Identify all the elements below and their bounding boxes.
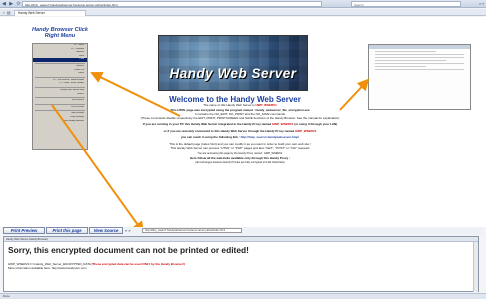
preview-panel: Handy Web Server (Handy Browser) Sorry, … <box>3 236 479 292</box>
toolbar-nav-arrows[interactable]: « » <box>125 227 131 234</box>
vertical-scrollbar[interactable] <box>473 242 478 292</box>
browser-window: ◀ ▶ ⟳ http://dirty_vasen7.handywebserver… <box>0 0 486 299</box>
arrow-to-thumbnail <box>339 78 370 111</box>
print-page-button[interactable]: Print this page <box>46 227 88 234</box>
encrypted-data-text: HWP_WSERV1==>Handy_Web_Server_ENCRYPTED_… <box>8 262 468 271</box>
status-bar: Done <box>0 293 486 299</box>
arrow-to-toolbar <box>51 104 145 234</box>
error-message: Sorry, this encrypted document can not b… <box>8 245 249 255</box>
print-preview-button[interactable]: Print Preview <box>3 227 45 234</box>
info-line: More information available here: http://… <box>8 265 87 270</box>
toolbar-address-field[interactable]: http://dirty_vasen7.handywebserver.hw.de… <box>142 228 242 233</box>
preview-panel-header: Handy Web Server (Handy Browser) <box>4 237 478 242</box>
view-source-button[interactable]: View Source <box>89 227 123 234</box>
status-text: Done <box>3 294 10 298</box>
encrypted-warning: (These encrypted data can be used ONLY b… <box>91 262 185 266</box>
print-toolbar: Print Preview Print this page View Sourc… <box>3 227 483 235</box>
arrow-to-menu <box>90 71 181 117</box>
